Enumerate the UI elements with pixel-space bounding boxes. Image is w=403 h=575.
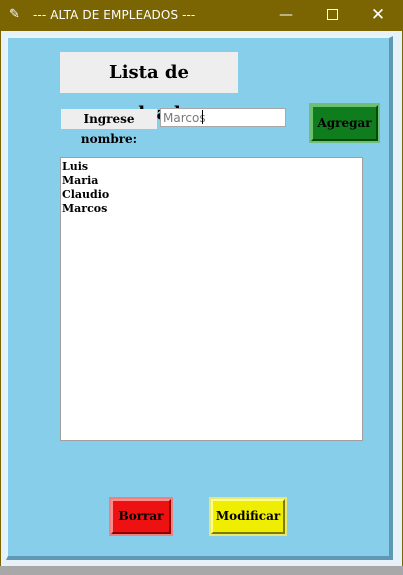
feather-icon: ✎ (9, 7, 20, 22)
maximize-button[interactable] (309, 0, 355, 31)
name-label: Ingrese nombre: (61, 109, 157, 146)
maximize-icon (326, 8, 338, 20)
list-item[interactable]: Claudio (62, 188, 362, 202)
minimize-icon: — (279, 7, 293, 23)
minimize-button[interactable]: — (263, 0, 309, 31)
close-button[interactable]: ✕ (355, 0, 401, 31)
delete-button[interactable]: Borrar (109, 497, 173, 536)
list-item[interactable]: Luis (62, 160, 362, 174)
page-title: Lista de empleados (60, 52, 238, 124)
window-title: --- ALTA DE EMPLEADOS --- (33, 8, 196, 22)
background-window-strip (0, 566, 403, 575)
close-icon: ✕ (370, 5, 386, 25)
employee-list: Luis Maria Claudio Marcos (61, 158, 362, 216)
modify-button[interactable]: Modificar (209, 497, 287, 536)
text-cursor (202, 110, 203, 124)
window-client-area: Lista de empleados Ingrese nombre: Agreg… (1, 31, 402, 566)
employee-listbox[interactable]: Luis Maria Claudio Marcos (60, 157, 363, 441)
window-titlebar[interactable]: ✎ --- ALTA DE EMPLEADOS --- — ✕ (0, 0, 403, 31)
main-frame: Lista de empleados Ingrese nombre: Agreg… (6, 36, 393, 560)
list-item[interactable]: Marcos (62, 202, 362, 216)
name-input[interactable] (160, 108, 286, 127)
add-button[interactable]: Agregar (309, 103, 380, 143)
list-item[interactable]: Maria (62, 174, 362, 188)
